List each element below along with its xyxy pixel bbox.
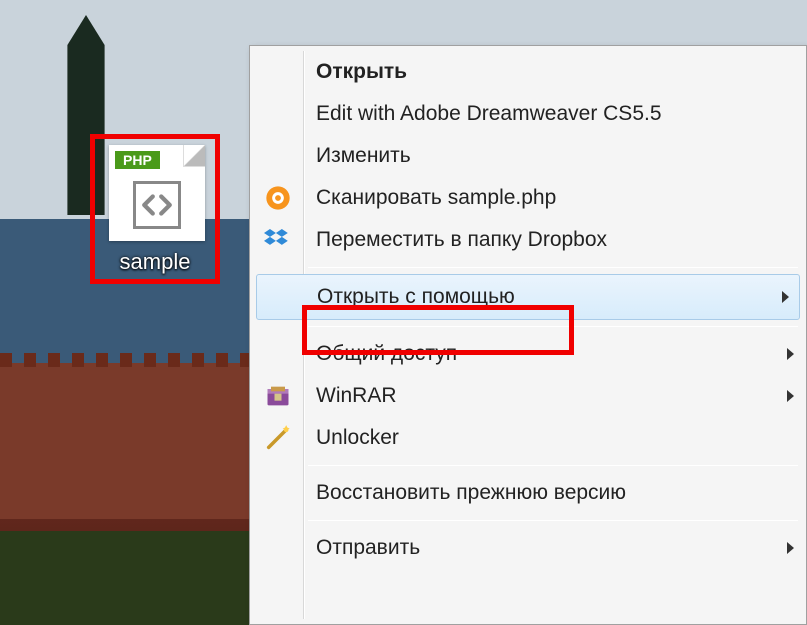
context-menu: Открыть Edit with Adobe Dreamweaver CS5.… bbox=[249, 45, 807, 625]
menu-item-change[interactable]: Изменить bbox=[252, 135, 804, 177]
submenu-arrow-icon bbox=[782, 291, 789, 303]
menu-item-share[interactable]: Общий доступ bbox=[252, 333, 804, 375]
menu-item-scan[interactable]: Сканировать sample.php bbox=[252, 177, 804, 219]
php-badge: PHP bbox=[115, 151, 160, 169]
menu-label: Сканировать sample.php bbox=[316, 186, 556, 210]
menu-label: Открыть с помощью bbox=[317, 285, 515, 309]
menu-item-open[interactable]: Открыть bbox=[252, 51, 804, 93]
menu-label: Изменить bbox=[316, 144, 411, 168]
menu-label: Unlocker bbox=[316, 426, 399, 450]
menu-label: Edit with Adobe Dreamweaver CS5.5 bbox=[316, 102, 662, 126]
winrar-icon bbox=[264, 382, 292, 410]
menu-item-edit-dreamweaver[interactable]: Edit with Adobe Dreamweaver CS5.5 bbox=[252, 93, 804, 135]
code-brackets-icon bbox=[133, 181, 181, 229]
desktop-file-icon[interactable]: PHP bbox=[109, 145, 205, 241]
menu-item-restore-version[interactable]: Восстановить прежнюю версию bbox=[252, 472, 804, 514]
avast-icon bbox=[264, 184, 292, 212]
menu-label: Отправить bbox=[316, 536, 420, 560]
menu-separator bbox=[308, 326, 798, 327]
submenu-arrow-icon bbox=[787, 390, 794, 402]
menu-separator bbox=[308, 465, 798, 466]
menu-item-open-with[interactable]: Открыть с помощью bbox=[256, 274, 800, 320]
menu-item-send[interactable]: Отправить bbox=[252, 527, 804, 569]
desktop-file-label[interactable]: sample bbox=[95, 249, 215, 275]
submenu-arrow-icon bbox=[787, 348, 794, 360]
menu-label: Общий доступ bbox=[316, 342, 457, 366]
menu-item-winrar[interactable]: WinRAR bbox=[252, 375, 804, 417]
desktop-file-highlight: PHP sample bbox=[90, 134, 220, 284]
menu-label: WinRAR bbox=[316, 384, 397, 408]
file-dogear-icon bbox=[183, 145, 205, 167]
menu-separator bbox=[308, 267, 798, 268]
menu-separator bbox=[308, 520, 798, 521]
menu-label: Открыть bbox=[316, 60, 407, 84]
menu-item-unlocker[interactable]: Unlocker bbox=[252, 417, 804, 459]
submenu-arrow-icon bbox=[787, 542, 794, 554]
menu-label: Переместить в папку Dropbox bbox=[316, 228, 607, 252]
menu-label: Восстановить прежнюю версию bbox=[316, 481, 626, 505]
unlocker-wand-icon bbox=[264, 424, 292, 452]
menu-item-dropbox[interactable]: Переместить в папку Dropbox bbox=[252, 219, 804, 261]
dropbox-icon bbox=[264, 226, 292, 254]
